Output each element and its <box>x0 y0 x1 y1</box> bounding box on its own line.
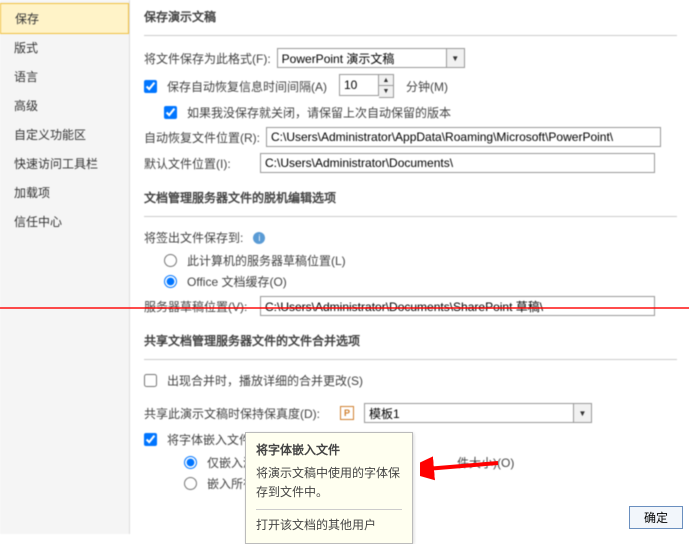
save-format-label: 将文件保存为此格式(F): <box>144 50 271 67</box>
annotation-underline <box>0 307 689 309</box>
embed-fonts-tooltip: 将字体嵌入文件 将演示文稿中使用的字体保存到文件中。 打开该文档的其他用户 <box>245 432 413 544</box>
sidebar-item-trust-center[interactable]: 信任中心 <box>0 207 129 236</box>
default-location-label: 默认文件位置(I): <box>144 155 254 172</box>
section3-title: 共享文档管理服务器文件的文件合并选项 <box>144 332 677 349</box>
tooltip-line2: 打开该文档的其他用户 <box>256 516 402 535</box>
divider <box>144 216 677 217</box>
preserve-fidelity-label: 共享此演示文稿时保持保真度(D): <box>144 405 320 422</box>
tooltip-line1: 将演示文稿中使用的字体保存到文件中。 <box>256 464 402 502</box>
sidebar-item-customize-ribbon[interactable]: 自定义功能区 <box>0 120 129 149</box>
server-drafts-radio[interactable] <box>164 254 177 267</box>
default-location-input[interactable] <box>260 153 655 173</box>
merge-details-label: 出现合并时，播放详细的合并更改(S) <box>167 372 363 389</box>
preserve-fidelity-select[interactable] <box>364 403 574 423</box>
checkout-save-label: 将签出文件保存到: <box>144 229 243 246</box>
minutes-spinner[interactable]: ▲▼ <box>379 74 394 98</box>
server-drafts-location-input[interactable] <box>260 296 655 316</box>
embed-all-radio[interactable] <box>184 477 197 490</box>
office-cache-label: Office 文档缓存(O) <box>187 273 287 290</box>
autorecover-minutes-input[interactable] <box>339 74 379 96</box>
sidebar-item-language[interactable]: 语言 <box>0 62 129 91</box>
autorecover-location-label: 自动恢复文件位置(R): <box>144 129 260 146</box>
divider <box>144 359 677 360</box>
merge-details-checkbox[interactable] <box>144 374 157 387</box>
sidebar-item-addins[interactable]: 加载项 <box>0 178 129 207</box>
embed-fonts-checkbox[interactable] <box>144 433 157 446</box>
chevron-up-icon[interactable]: ▲ <box>379 75 393 86</box>
autorecover-label: 保存自动恢复信息时间间隔(A) <box>167 78 327 95</box>
presentation-icon: P <box>340 406 354 420</box>
sidebar: 保存 版式 语言 高级 自定义功能区 快速访问工具栏 加载项 信任中心 <box>0 0 130 534</box>
info-icon[interactable]: i <box>253 232 265 244</box>
sidebar-item-save[interactable]: 保存 <box>0 3 129 34</box>
sidebar-item-qat[interactable]: 快速访问工具栏 <box>0 149 129 178</box>
sidebar-item-advanced[interactable]: 高级 <box>0 91 129 120</box>
autorecover-location-input[interactable] <box>266 127 661 147</box>
annotation-arrow <box>420 455 500 485</box>
server-drafts-label: 此计算机的服务器草稿位置(L) <box>187 252 346 269</box>
sidebar-item-layout[interactable]: 版式 <box>0 33 129 62</box>
chevron-down-icon[interactable]: ▼ <box>574 403 592 423</box>
tooltip-title: 将字体嵌入文件 <box>256 441 402 460</box>
autorecover-checkbox[interactable] <box>144 80 157 93</box>
section1-title: 保存演示文稿 <box>144 8 677 25</box>
keep-last-autosave-label: 如果我没保存就关闭，请保留上次自动保留的版本 <box>187 104 451 121</box>
office-cache-radio[interactable] <box>164 275 177 288</box>
section2-title: 文档管理服务器文件的脱机编辑选项 <box>144 189 677 206</box>
save-format-select[interactable] <box>277 48 447 68</box>
embed-used-only-radio[interactable] <box>184 456 197 469</box>
chevron-down-icon[interactable]: ▼ <box>379 86 393 97</box>
ok-button[interactable]: 确定 <box>629 506 683 529</box>
autorecover-unit: 分钟(M) <box>406 78 448 95</box>
chevron-down-icon[interactable]: ▼ <box>447 48 465 68</box>
divider <box>144 35 677 36</box>
server-drafts-location-label: 服务器草稿位置(V): <box>144 298 254 315</box>
keep-last-autosave-checkbox[interactable] <box>164 106 177 119</box>
